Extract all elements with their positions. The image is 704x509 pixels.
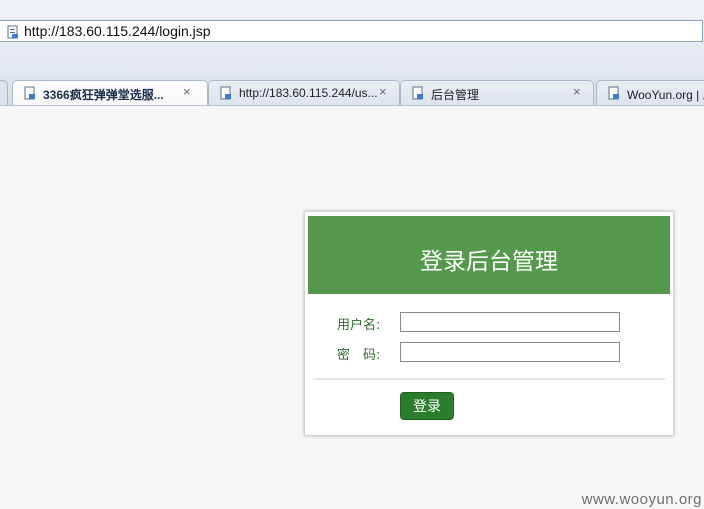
tab-users[interactable]: http://183.60.115.244/us... ×: [208, 80, 400, 105]
password-label: 密 码:: [337, 348, 381, 363]
login-title: 登录后台管理: [420, 249, 558, 275]
page-icon: [607, 86, 621, 103]
password-input[interactable]: [400, 342, 620, 362]
address-url[interactable]: http://183.60.115.244/login.jsp: [24, 23, 211, 39]
tab-admin[interactable]: 后台管理 ×: [400, 80, 594, 105]
page-icon: [6, 24, 20, 43]
login-header: 登录后台管理: [308, 216, 670, 294]
login-panel: 登录后台管理 用户名: 密 码: 登录: [304, 211, 674, 436]
watermark: www.wooyun.org: [581, 491, 702, 508]
tab-3366[interactable]: 3366疯狂弹弹堂选服... ×: [12, 80, 208, 105]
close-icon[interactable]: ×: [183, 84, 191, 99]
tab-title: http://183.60.115.244/us...: [239, 86, 378, 100]
close-icon[interactable]: ×: [379, 84, 387, 99]
form-divider: [313, 378, 665, 380]
window-title-strip: [0, 0, 704, 14]
tab-overflow-stub[interactable]: [0, 80, 8, 105]
tab-wooyun[interactable]: WooYun.org | 发: [596, 80, 704, 105]
page-icon: [411, 86, 425, 103]
page-icon: [219, 86, 233, 103]
address-bar[interactable]: http://183.60.115.244/login.jsp: [0, 20, 703, 42]
tab-title: WooYun.org | 发: [627, 88, 704, 102]
login-button[interactable]: 登录: [400, 392, 454, 420]
close-icon[interactable]: ×: [573, 84, 581, 99]
tab-bar: 3366疯狂弹弹堂选服... × http://183.60.115.244/u…: [0, 76, 704, 106]
tab-title: 后台管理: [431, 88, 480, 102]
tab-title: 3366疯狂弹弹堂选服...: [43, 88, 164, 102]
username-label: 用户名:: [337, 318, 381, 333]
username-input[interactable]: [400, 312, 620, 332]
page-icon: [23, 86, 37, 103]
